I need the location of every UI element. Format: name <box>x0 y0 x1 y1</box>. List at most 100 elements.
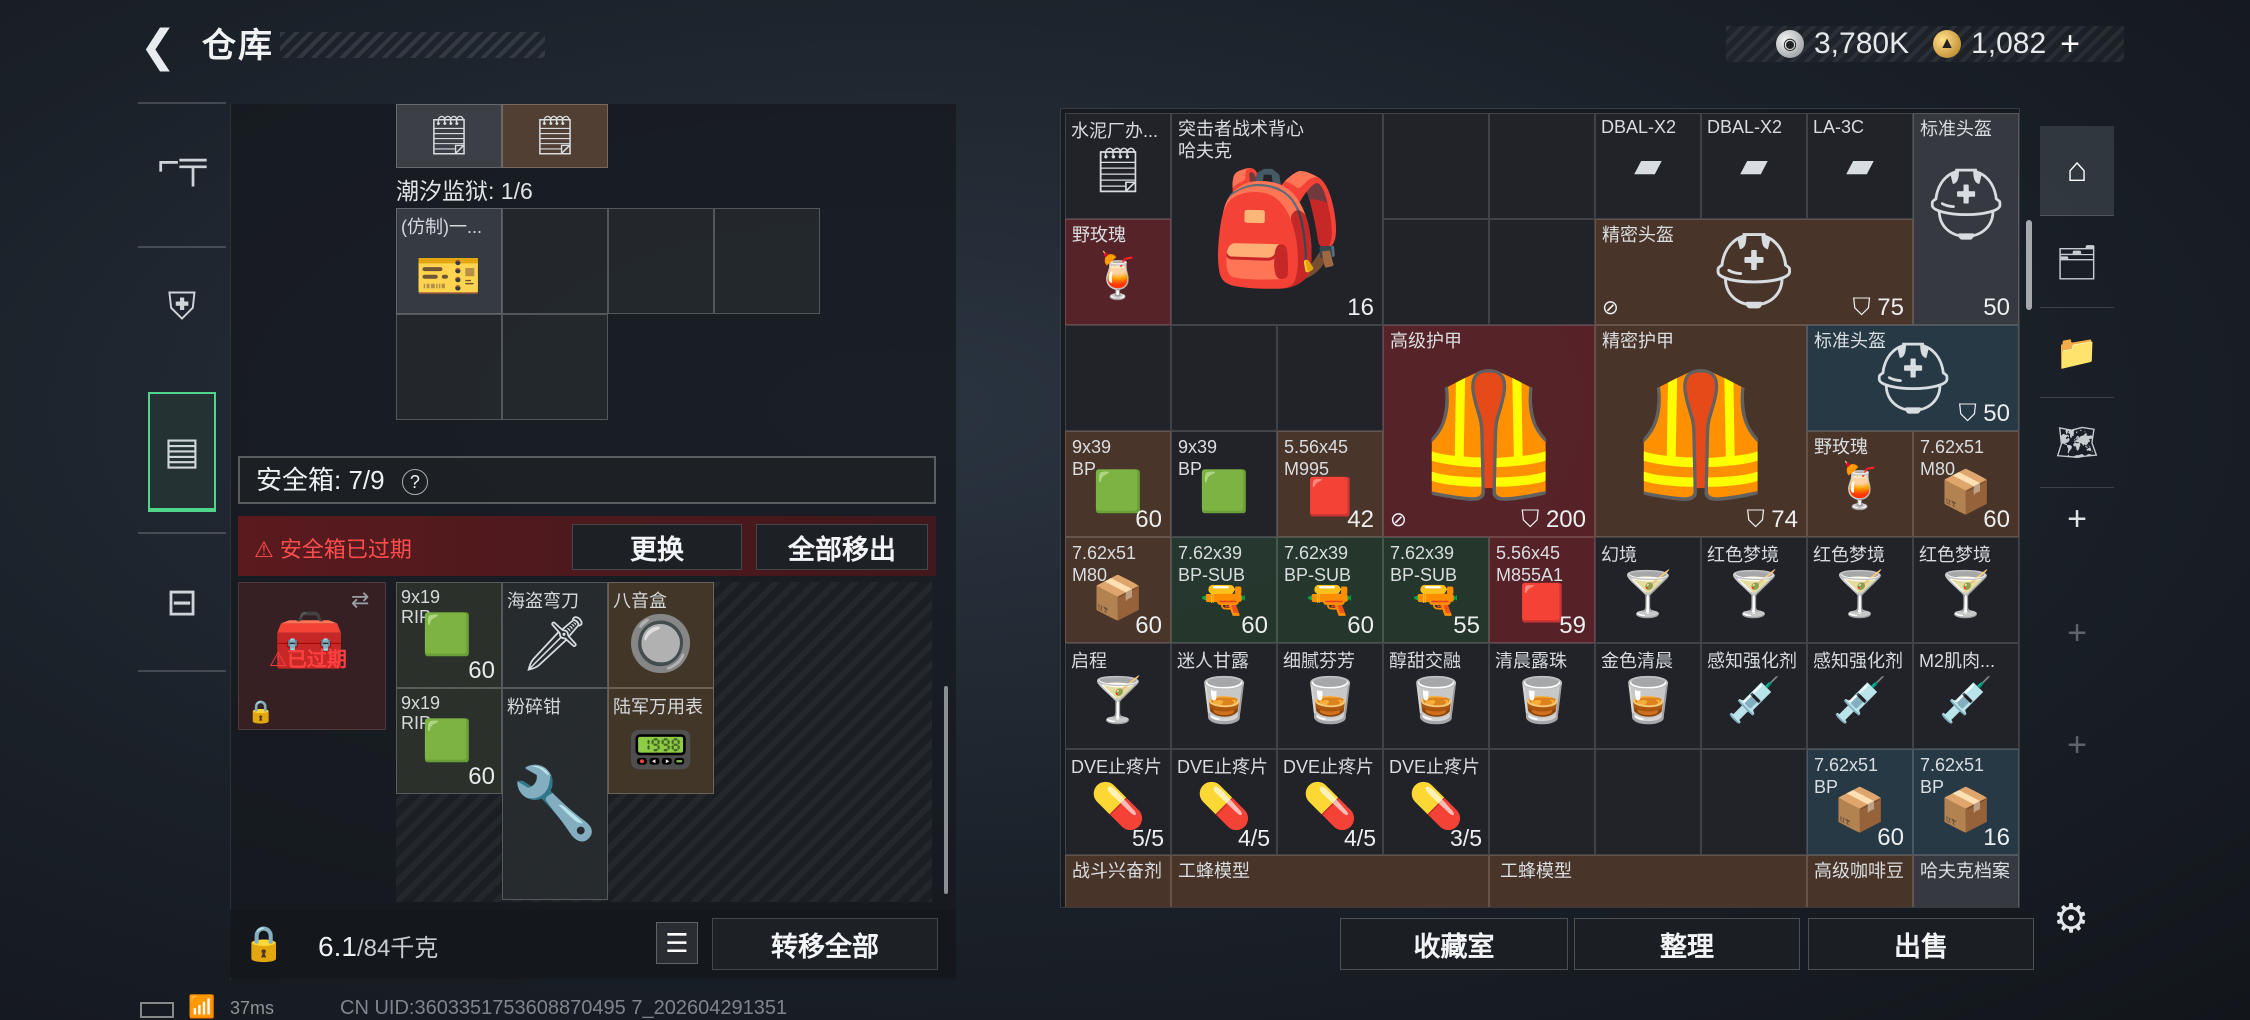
stash-item[interactable]: 工蜂模型 <box>1171 855 1489 907</box>
empty-slot[interactable] <box>1277 325 1383 431</box>
stash-item[interactable]: 细腻芬芳 🥃 <box>1277 643 1383 749</box>
safe-item[interactable]: 陆军万用表 📟 <box>608 688 714 794</box>
add-page-button[interactable]: + <box>2040 614 2114 653</box>
stash-item[interactable]: 7.62x39 BP-SUB 🔫 60 <box>1171 537 1277 643</box>
stash-item[interactable]: 感知强化剂 💉 <box>1807 643 1913 749</box>
move-all-out-button[interactable]: 全部移出 <box>756 524 928 570</box>
empty-slot[interactable] <box>1489 749 1595 855</box>
stash-item[interactable]: 战斗兴奋剂 <box>1065 855 1171 907</box>
stash-item[interactable]: 9x39 BP 🟩 60 <box>1065 431 1171 537</box>
stash-item[interactable]: 7.62x51 M80 📦 60 <box>1065 537 1171 643</box>
stash-item[interactable]: 7.62x39 BP-SUB 🔫 60 <box>1277 537 1383 643</box>
replace-button[interactable]: 更换 <box>572 524 742 570</box>
warehouse-icon: ⌂ <box>2066 151 2088 189</box>
stash-item[interactable]: 7.62x51 BP 📦 16 <box>1913 749 2019 855</box>
stash-item[interactable]: M2肌肉... 💉 <box>1913 643 2019 749</box>
stash-item[interactable]: LA-3C ▰ <box>1807 113 1913 219</box>
empty-slot[interactable] <box>1383 113 1489 219</box>
empty-slot[interactable] <box>714 208 820 314</box>
stash-item[interactable]: 红色梦境 🍸 <box>1701 537 1807 643</box>
empty-slot[interactable] <box>608 208 714 314</box>
organize-button[interactable]: 整理 <box>1574 918 1800 970</box>
add-page-button[interactable]: + <box>2040 726 2114 765</box>
stash-item[interactable]: 精密头盔 ⛑ ⊘ ⛉ 75 <box>1595 219 1913 325</box>
stash-scrollbar[interactable] <box>2026 220 2032 310</box>
stash-item[interactable]: 水泥厂办... 🗒 <box>1065 113 1171 219</box>
stash-item[interactable]: 7.62x51 BP 📦 60 <box>1807 749 1913 855</box>
empty-slot[interactable] <box>1595 749 1701 855</box>
help-button[interactable]: ? <box>401 469 428 496</box>
stash-item[interactable]: 高级咖啡豆 <box>1807 855 1913 907</box>
stash-item[interactable]: 红色梦境 🍸 <box>1913 537 2019 643</box>
syringe-icon: 💉 <box>1832 676 1888 725</box>
stash-item[interactable]: 5.56x45 M855A1 🟥 59 <box>1489 537 1595 643</box>
add-page-button[interactable]: + <box>2040 500 2114 539</box>
transfer-all-button[interactable]: 转移全部 <box>712 918 938 970</box>
container-tab[interactable]: ▤ <box>148 392 216 512</box>
safe-box-slot[interactable]: 🧰 ⚠已过期 🔒 ⇄ <box>238 582 386 730</box>
sell-button[interactable]: 出售 <box>1808 918 2034 970</box>
stash-item[interactable]: 红色梦境 🍸 <box>1807 537 1913 643</box>
lock-icon[interactable]: 🔒 <box>236 916 292 972</box>
empty-slot[interactable] <box>1383 219 1489 325</box>
stash-page-4-tab[interactable]: 🗂 <box>2040 218 2114 308</box>
stash-item[interactable]: DVE止疼片 💊 4/5 <box>1171 749 1277 855</box>
stash-item[interactable]: DBAL-X2 ▰ <box>1701 113 1807 219</box>
stash-page-map-tab[interactable]: 🗺 <box>2040 398 2114 488</box>
item-slot[interactable]: 🗒 <box>396 104 502 168</box>
stash-page-4b-tab[interactable]: 📁 <box>2040 308 2114 398</box>
stash-item[interactable]: 野玫瑰 🍹 <box>1807 431 1913 537</box>
stash-item[interactable]: 突击者战术背心 哈夫克 🎒 16 <box>1171 113 1383 325</box>
briefcase-tab[interactable]: ⊟ <box>138 532 226 672</box>
weapon-tab[interactable]: ⌐╤ <box>138 102 226 222</box>
stash-item[interactable]: 哈夫克档案 <box>1913 855 2019 907</box>
stash-item[interactable]: 启程 🍸 <box>1065 643 1171 749</box>
safe-item[interactable]: 9x19 RIP 🟩 60 <box>396 688 502 794</box>
stash-item[interactable]: DVE止疼片 💊 4/5 <box>1277 749 1383 855</box>
stash-item[interactable]: 野玫瑰 🍹 <box>1065 219 1171 325</box>
item-slot[interactable]: (仿制)一... 🎫 <box>396 208 502 314</box>
stash-tab[interactable]: ⌂ <box>2040 126 2114 216</box>
stash-item[interactable]: 感知强化剂 💉 <box>1701 643 1807 749</box>
stash-item[interactable]: 5.56x45 M995 🟥 42 <box>1277 431 1383 537</box>
stash-item[interactable]: 金色清晨 🥃 <box>1595 643 1701 749</box>
stash-item[interactable]: DVE止疼片 💊 3/5 <box>1383 749 1489 855</box>
stash-item[interactable]: DBAL-X2 ▰ <box>1595 113 1701 219</box>
stash-item[interactable]: DVE止疼片 💊 5/5 <box>1065 749 1171 855</box>
stash-item[interactable]: 标准头盔 ⛑ ⛉ 50 <box>1807 325 2019 431</box>
safe-item[interactable]: 粉碎钳 🔧 <box>502 688 608 900</box>
empty-slot[interactable] <box>396 314 502 420</box>
backpack-tab[interactable]: ⛨ <box>138 246 226 366</box>
gear-icon[interactable]: ⚙ <box>2048 896 2094 942</box>
stash-item[interactable]: 9x39 BP 🟩 <box>1171 431 1277 537</box>
stash-item[interactable]: 高级护甲 🦺 ⊘ ⛉ 200 <box>1383 325 1595 537</box>
stash-item[interactable]: 幻境 🍸 <box>1595 537 1701 643</box>
empty-slot[interactable] <box>502 314 608 420</box>
empty-slot[interactable] <box>1489 113 1595 219</box>
stash-item[interactable]: 清晨露珠 🥃 <box>1489 643 1595 749</box>
safe-item[interactable]: 9x19 RIP 🟩 60 <box>396 582 502 688</box>
empty-slot[interactable] <box>1701 749 1807 855</box>
briefcase-icon: ⊟ <box>166 581 198 624</box>
collection-room-button[interactable]: 收藏室 <box>1340 918 1568 970</box>
stash-item[interactable]: 醇甜交融 🥃 <box>1383 643 1489 749</box>
battery-icon <box>140 1002 174 1018</box>
empty-slot[interactable] <box>1065 325 1171 431</box>
empty-slot[interactable] <box>1171 325 1277 431</box>
stash-item[interactable]: 精密护甲 🦺 ⛉ 74 <box>1595 325 1807 537</box>
item-slot[interactable]: 🗒 <box>502 104 608 168</box>
left-scrollbar[interactable] <box>944 686 948 894</box>
stash-item[interactable]: 标准头盔 ⛑ 50 <box>1913 113 2019 325</box>
stash-item[interactable]: 7.62x39 BP-SUB 🔫 55 <box>1383 537 1489 643</box>
empty-slot[interactable] <box>1489 219 1595 325</box>
swap-icon[interactable]: ⇄ <box>351 587 369 613</box>
empty-slot[interactable] <box>502 208 608 314</box>
stash-item[interactable]: 工蜂模型 <box>1489 855 1807 907</box>
stash-item[interactable]: 迷人甘露 🥃 <box>1171 643 1277 749</box>
safe-item[interactable]: 海盗弯刀 🗡 <box>502 582 608 688</box>
stash-item[interactable]: 7.62x51 M80 📦 60 <box>1913 431 2019 537</box>
list-icon[interactable]: ☰ <box>656 922 698 964</box>
add-currency-button[interactable]: + <box>2060 25 2080 64</box>
safe-item[interactable]: 八音盒 🔘 <box>608 582 714 688</box>
back-arrow-icon[interactable]: ❮ <box>134 22 182 71</box>
